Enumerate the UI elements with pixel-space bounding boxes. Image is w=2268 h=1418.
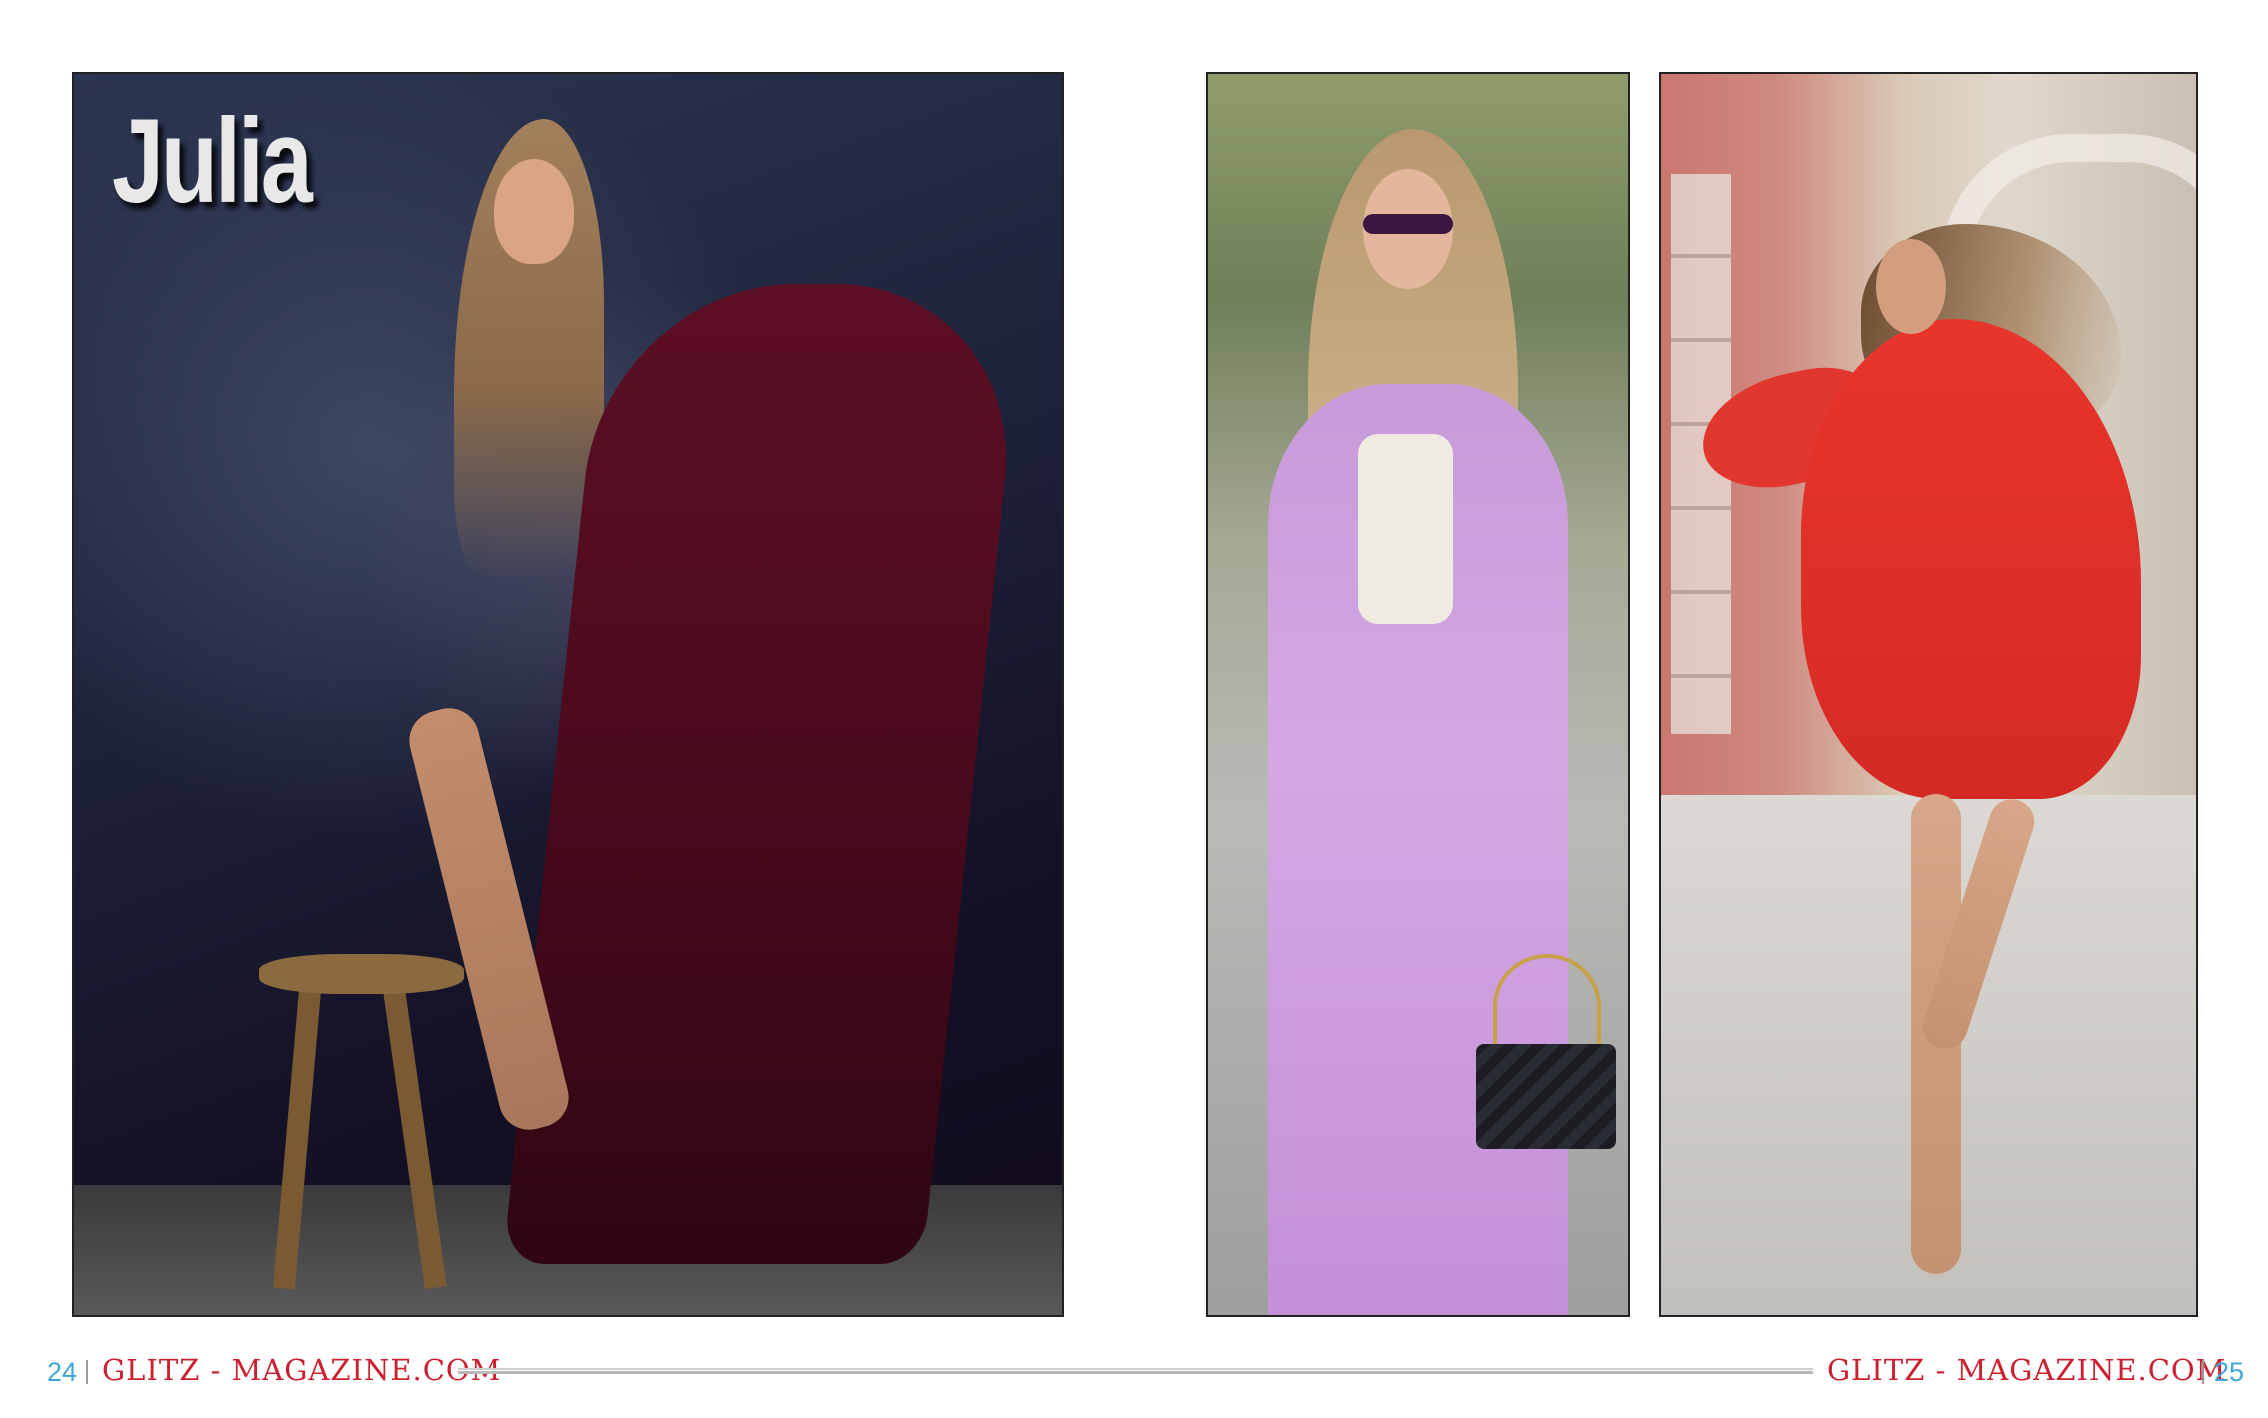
- quilted-black-handbag: [1476, 1044, 1616, 1149]
- sunglasses: [1363, 214, 1453, 234]
- wooden-stool-seat: [259, 954, 464, 994]
- model-face: [1876, 239, 1946, 334]
- photo-julia-burgundy-dress: [72, 72, 1064, 1317]
- site-name-right: GLITZ - MAGAZINE.COM: [1827, 1353, 2227, 1387]
- model-face: [494, 159, 574, 264]
- footer-rule-left: [458, 1368, 1133, 1374]
- white-top: [1358, 434, 1453, 624]
- footer-rule-right: [1133, 1368, 1813, 1374]
- photo-julia-lilac-suit: [1206, 72, 1630, 1317]
- page-number-right: 25: [2214, 1357, 2245, 1387]
- footer-separator-right: [2202, 1360, 2204, 1384]
- photo-julia-red-dress: [1659, 72, 2198, 1317]
- site-name-left: GLITZ - MAGAZINE.COM: [102, 1353, 502, 1387]
- page-number-left: 24: [47, 1357, 78, 1387]
- bag-chain-strap: [1493, 954, 1601, 1058]
- footer-separator-left: [86, 1360, 88, 1384]
- model-name-title: Julia: [112, 94, 313, 228]
